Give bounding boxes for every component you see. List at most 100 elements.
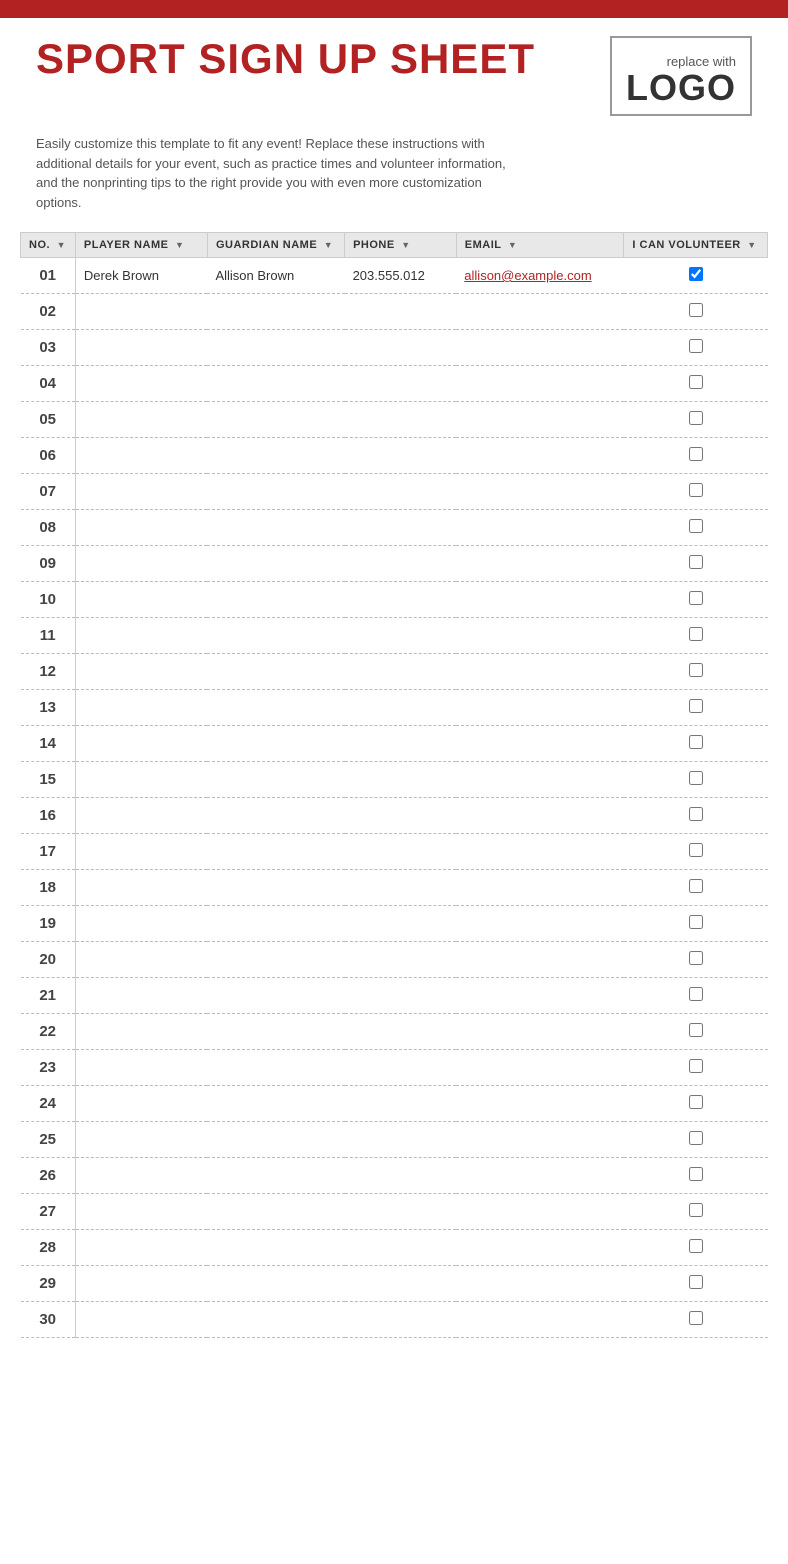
volunteer-dropdown-icon[interactable]: ▼	[747, 240, 756, 250]
cell-volunteer[interactable]	[624, 618, 768, 654]
cell-email	[456, 1194, 624, 1230]
volunteer-checkbox[interactable]	[689, 735, 703, 749]
volunteer-checkbox[interactable]	[689, 1059, 703, 1073]
cell-email	[456, 1122, 624, 1158]
page-title: SPORT SIGN UP SHEET	[36, 36, 535, 82]
cell-player-name	[75, 1230, 207, 1266]
cell-volunteer[interactable]	[624, 870, 768, 906]
email-dropdown-icon[interactable]: ▼	[508, 240, 517, 250]
cell-guardian-name	[207, 402, 344, 438]
cell-volunteer[interactable]	[624, 690, 768, 726]
player-dropdown-icon[interactable]: ▼	[175, 240, 184, 250]
volunteer-checkbox[interactable]	[689, 591, 703, 605]
cell-guardian-name	[207, 762, 344, 798]
volunteer-checkbox[interactable]	[689, 699, 703, 713]
cell-volunteer[interactable]	[624, 546, 768, 582]
cell-phone	[345, 1266, 457, 1302]
volunteer-checkbox[interactable]	[689, 1095, 703, 1109]
col-header-email[interactable]: EMAIL ▼	[456, 233, 624, 258]
table-row: 30	[21, 1302, 768, 1338]
cell-volunteer[interactable]	[624, 1122, 768, 1158]
cell-email	[456, 726, 624, 762]
volunteer-checkbox[interactable]	[689, 555, 703, 569]
cell-volunteer[interactable]	[624, 438, 768, 474]
cell-player-name	[75, 870, 207, 906]
volunteer-checkbox[interactable]	[689, 627, 703, 641]
col-header-player[interactable]: PLAYER NAME ▼	[75, 233, 207, 258]
cell-phone	[345, 366, 457, 402]
cell-email	[456, 294, 624, 330]
col-header-phone[interactable]: PHONE ▼	[345, 233, 457, 258]
cell-volunteer[interactable]	[624, 1158, 768, 1194]
cell-player-name	[75, 294, 207, 330]
guardian-dropdown-icon[interactable]: ▼	[324, 240, 333, 250]
cell-volunteer[interactable]	[624, 1086, 768, 1122]
volunteer-checkbox[interactable]	[689, 843, 703, 857]
cell-email	[456, 546, 624, 582]
volunteer-checkbox[interactable]	[689, 1239, 703, 1253]
cell-phone: 203.555.012	[345, 258, 457, 294]
volunteer-checkbox[interactable]	[689, 915, 703, 929]
cell-email: allison@example.com	[456, 258, 624, 294]
cell-player-name	[75, 834, 207, 870]
cell-volunteer[interactable]	[624, 942, 768, 978]
email-link[interactable]: allison@example.com	[464, 268, 591, 283]
cell-volunteer[interactable]	[624, 762, 768, 798]
cell-phone	[345, 906, 457, 942]
cell-volunteer[interactable]	[624, 654, 768, 690]
cell-volunteer[interactable]	[624, 1014, 768, 1050]
cell-volunteer[interactable]	[624, 1230, 768, 1266]
table-row: 21	[21, 978, 768, 1014]
col-header-no[interactable]: NO. ▼	[21, 233, 76, 258]
col-header-volunteer[interactable]: I CAN VOLUNTEER ▼	[624, 233, 768, 258]
cell-player-name	[75, 1302, 207, 1338]
cell-phone	[345, 474, 457, 510]
volunteer-checkbox[interactable]	[689, 339, 703, 353]
cell-volunteer[interactable]	[624, 258, 768, 294]
volunteer-checkbox[interactable]	[689, 771, 703, 785]
volunteer-checkbox[interactable]	[689, 663, 703, 677]
volunteer-checkbox[interactable]	[689, 1311, 703, 1325]
volunteer-checkbox[interactable]	[689, 519, 703, 533]
cell-volunteer[interactable]	[624, 1266, 768, 1302]
volunteer-checkbox[interactable]	[689, 375, 703, 389]
volunteer-checkbox[interactable]	[689, 483, 703, 497]
volunteer-checkbox[interactable]	[689, 1275, 703, 1289]
volunteer-checkbox[interactable]	[689, 447, 703, 461]
table-row: 19	[21, 906, 768, 942]
cell-volunteer[interactable]	[624, 1050, 768, 1086]
cell-volunteer[interactable]	[624, 834, 768, 870]
cell-volunteer[interactable]	[624, 1194, 768, 1230]
cell-email	[456, 1086, 624, 1122]
volunteer-checkbox[interactable]	[689, 303, 703, 317]
volunteer-checkbox[interactable]	[689, 1203, 703, 1217]
cell-volunteer[interactable]	[624, 474, 768, 510]
cell-guardian-name	[207, 294, 344, 330]
volunteer-checkbox[interactable]	[689, 951, 703, 965]
phone-dropdown-icon[interactable]: ▼	[401, 240, 410, 250]
volunteer-checkbox[interactable]	[689, 807, 703, 821]
volunteer-checkbox[interactable]	[689, 411, 703, 425]
cell-volunteer[interactable]	[624, 726, 768, 762]
cell-phone	[345, 294, 457, 330]
no-dropdown-icon[interactable]: ▼	[57, 240, 66, 250]
cell-number: 20	[21, 942, 76, 978]
col-header-guardian[interactable]: GUARDIAN NAME ▼	[207, 233, 344, 258]
cell-volunteer[interactable]	[624, 978, 768, 1014]
volunteer-checkbox[interactable]	[689, 987, 703, 1001]
cell-volunteer[interactable]	[624, 510, 768, 546]
cell-volunteer[interactable]	[624, 582, 768, 618]
volunteer-checkbox[interactable]	[689, 1167, 703, 1181]
cell-volunteer[interactable]	[624, 330, 768, 366]
cell-guardian-name	[207, 438, 344, 474]
cell-volunteer[interactable]	[624, 798, 768, 834]
cell-volunteer[interactable]	[624, 366, 768, 402]
volunteer-checkbox[interactable]	[689, 1023, 703, 1037]
volunteer-checkbox[interactable]	[689, 879, 703, 893]
cell-volunteer[interactable]	[624, 294, 768, 330]
cell-volunteer[interactable]	[624, 402, 768, 438]
cell-volunteer[interactable]	[624, 906, 768, 942]
cell-volunteer[interactable]	[624, 1302, 768, 1338]
volunteer-checkbox[interactable]	[689, 267, 703, 281]
volunteer-checkbox[interactable]	[689, 1131, 703, 1145]
